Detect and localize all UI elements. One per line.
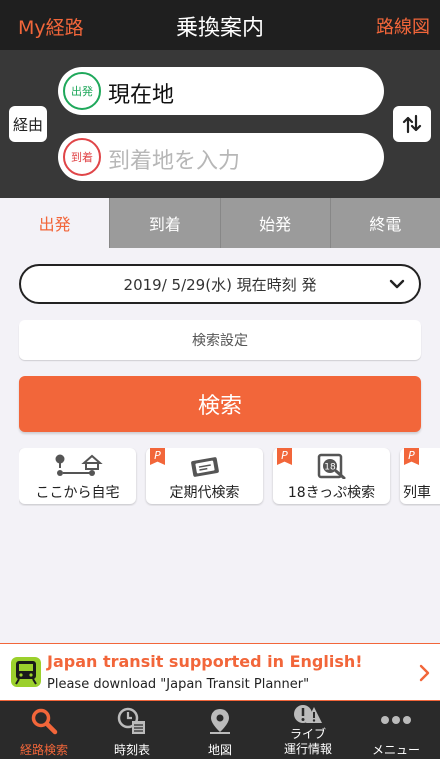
departure-input[interactable]: 現在地 <box>108 77 174 109</box>
departure-field[interactable]: 出発 現在地 <box>58 67 384 115</box>
shortcut-label: 定期代検索 <box>169 485 240 501</box>
more-icon <box>352 715 440 743</box>
train-app-icon <box>11 657 41 687</box>
shortcut-commuter-pass[interactable]: P 定期代検索 <box>146 448 263 504</box>
search-button[interactable]: 検索 <box>19 376 421 432</box>
shortcut-label: 18きっぷ検索 <box>287 485 376 501</box>
route-panel: 経由 出発 現在地 到着 到着地を入力 <box>0 50 440 198</box>
nav-map[interactable]: 地図 <box>176 701 264 759</box>
shortcut-label: 列車 <box>403 485 431 501</box>
search-icon <box>0 707 88 735</box>
shortcut-label: ここから自宅 <box>35 485 120 501</box>
banner-subtitle: Please download "Japan Transit Planner" <box>47 677 310 692</box>
arrival-field[interactable]: 到着 到着地を入力 <box>58 133 384 181</box>
chevron-right-icon <box>419 664 430 682</box>
nav-route-search[interactable]: 経路検索 <box>0 701 88 759</box>
timetable-icon <box>88 707 176 735</box>
arrival-input[interactable]: 到着地を入力 <box>108 143 240 175</box>
live-alert-icon <box>264 703 352 727</box>
swap-button[interactable] <box>393 106 431 142</box>
swap-icon <box>402 114 422 134</box>
route-map-link[interactable]: 路線図 <box>376 13 430 39</box>
shortcut-train[interactable]: P 列車 <box>400 448 440 504</box>
home-route-icon <box>19 453 136 479</box>
banner-title: Japan transit supported in English! <box>47 652 363 671</box>
nav-label: 時刻表 <box>113 743 150 757</box>
bottom-nav: 経路検索 時刻表 地図 ライブ 運行情報 メニュー <box>0 701 440 759</box>
datetime-select[interactable]: 2019/ 5/29(水) 現在時刻 発 <box>19 264 421 304</box>
nav-live-info[interactable]: ライブ 運行情報 <box>264 701 352 759</box>
arrival-badge: 到着 <box>63 138 101 176</box>
tab-last-train[interactable]: 終電 <box>329 198 440 248</box>
nav-timetable[interactable]: 時刻表 <box>88 701 176 759</box>
departure-badge: 出発 <box>63 72 101 110</box>
nav-label: 地図 <box>207 743 232 757</box>
train-icon <box>400 453 440 479</box>
shortcut-home-route[interactable]: ここから自宅 <box>19 448 136 504</box>
shortcut-18-ticket[interactable]: P 18 18きっぷ検索 <box>273 448 390 504</box>
nav-label: 経路検索 <box>19 743 68 757</box>
nav-label: メニュー <box>371 743 420 757</box>
time-mode-tabs: 出発 到着 始発 終電 <box>0 198 440 248</box>
map-pin-icon <box>176 707 264 735</box>
datetime-value: 2019/ 5/29(水) 現在時刻 発 <box>123 275 317 294</box>
tab-arrival[interactable]: 到着 <box>109 198 220 248</box>
svg-text:18: 18 <box>324 463 336 473</box>
shortcut-row: ここから自宅 P 定期代検索 P 18 18きっぷ検索 P 列車 <box>19 448 440 506</box>
tab-first-train[interactable]: 始発 <box>219 198 330 248</box>
app-header: My経路 乗換案内 路線図 <box>0 0 440 50</box>
search-settings-button[interactable]: 検索設定 <box>19 320 421 360</box>
18-ticket-icon: 18 <box>273 453 390 479</box>
english-app-banner[interactable]: Japan transit supported in English! Plea… <box>0 643 440 701</box>
nav-label: ライブ 運行情報 <box>283 727 332 756</box>
via-button[interactable]: 経由 <box>9 106 47 142</box>
chevron-down-icon <box>389 279 405 289</box>
tab-departure[interactable]: 出発 <box>0 198 110 248</box>
commuter-pass-icon <box>146 453 263 479</box>
page-title: 乗換案内 <box>175 16 264 41</box>
nav-menu[interactable]: メニュー <box>352 701 440 759</box>
